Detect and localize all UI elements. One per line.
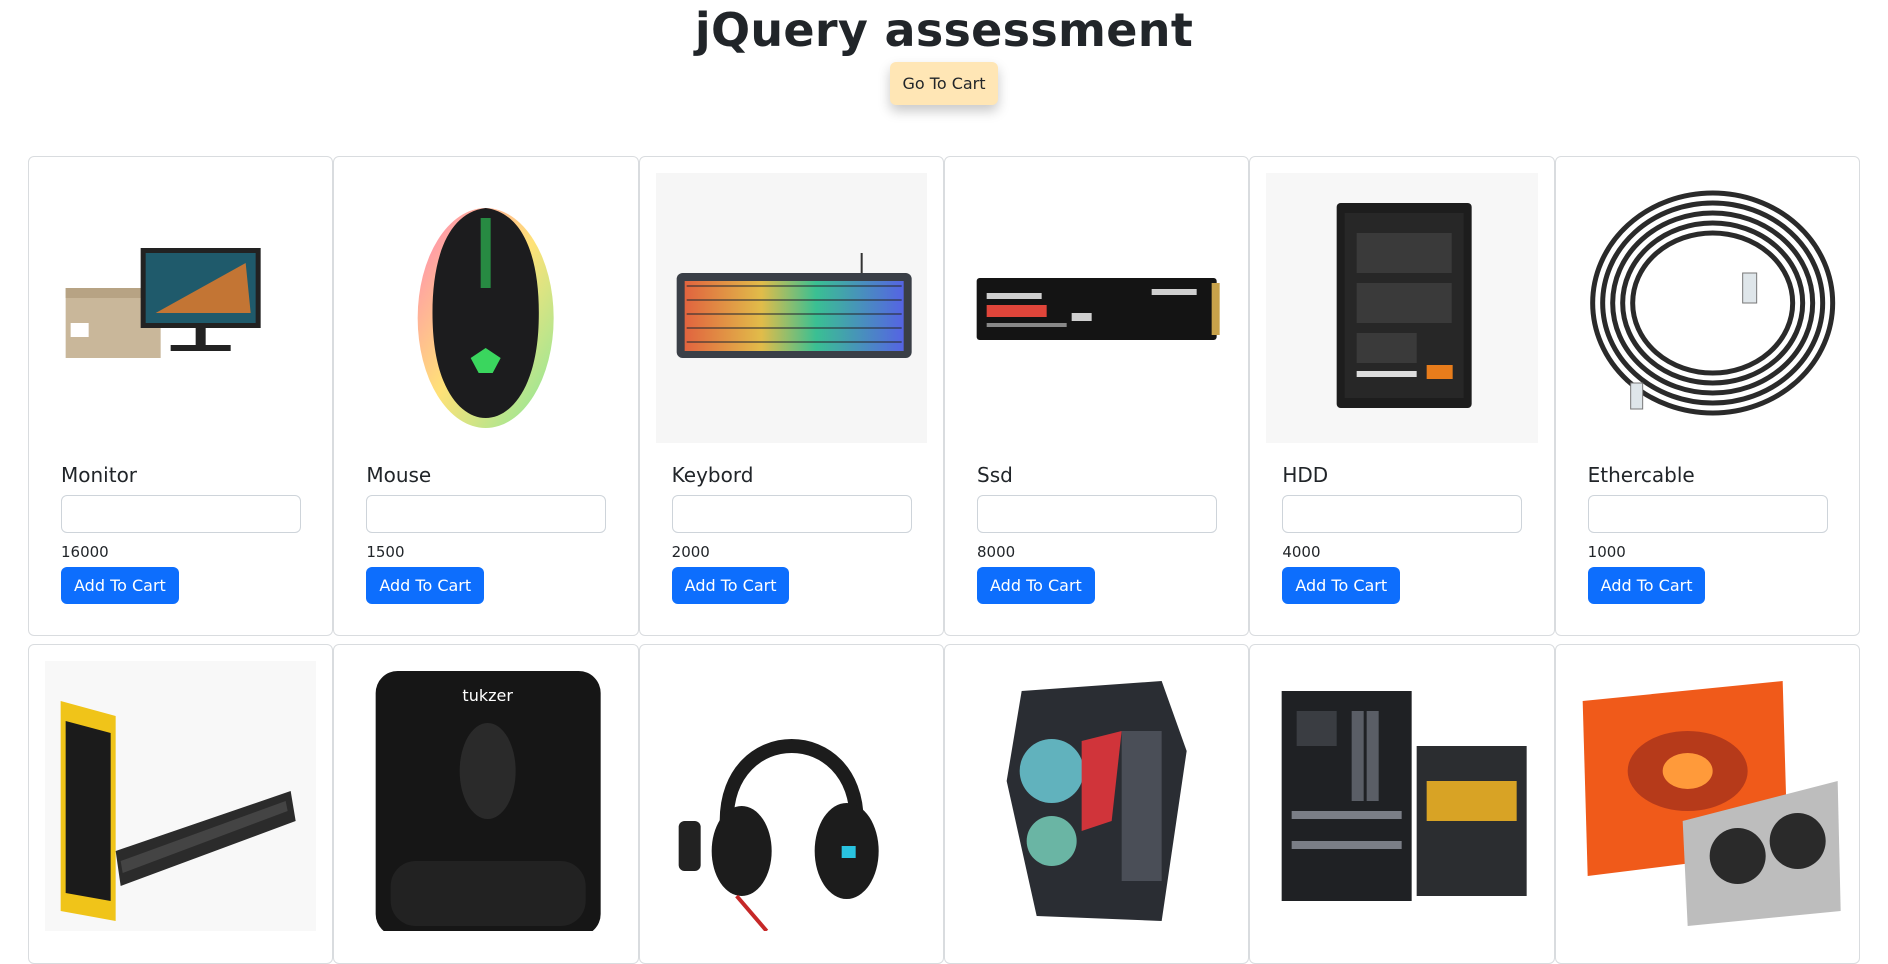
add-to-cart-button[interactable]: Add To Cart: [1587, 567, 1706, 604]
add-to-cart-button[interactable]: Add To Cart: [1282, 567, 1401, 604]
quantity-input[interactable]: [977, 495, 1217, 533]
add-to-cart-button[interactable]: Add To Cart: [671, 567, 790, 604]
product-card-keyboard: Keybord 2000 Add To Cart: [638, 156, 944, 636]
quantity-input[interactable]: [61, 495, 301, 533]
product-name: Ssd: [977, 463, 1013, 487]
go-to-cart-button[interactable]: Go To Cart: [890, 62, 998, 105]
monitor-image: [45, 173, 317, 443]
quantity-input[interactable]: [1282, 495, 1523, 533]
mouse-pad-brand-text: tukzer: [463, 686, 514, 705]
nvme-ssd-image: [961, 173, 1233, 443]
product-card-ram: [28, 644, 334, 964]
motherboard-image: [1266, 661, 1538, 931]
product-card-motherboard: [1249, 644, 1555, 964]
gaming-mouse-image: [350, 173, 622, 443]
graphics-card-image: [1571, 661, 1843, 931]
pc-case-image: [961, 661, 1233, 931]
product-price: 4000: [1282, 543, 1321, 561]
product-card-mouse: Mouse 1500 Add To Cart: [333, 156, 639, 636]
hard-drive-image: [1266, 173, 1538, 443]
ethernet-cable-image: [1571, 173, 1843, 443]
product-card-pc-case: [944, 644, 1250, 964]
product-card-ethercable: Ethercable 1000 Add To Cart: [1554, 156, 1860, 636]
product-card-ssd: Ssd 8000 Add To Cart: [944, 156, 1250, 636]
mouse-pad-image: tukzer: [350, 661, 622, 931]
product-price: 1000: [1587, 543, 1626, 561]
product-name: Mouse: [366, 463, 432, 487]
product-price: 8000: [977, 543, 1016, 561]
ram-memory-image: [45, 661, 317, 931]
product-price: 1500: [366, 543, 405, 561]
product-card-monitor: Monitor 16000 Add To Cart: [28, 156, 334, 636]
product-card-hdd: HDD 4000 Add To Cart: [1249, 156, 1555, 636]
product-card-gpu: [1554, 644, 1860, 964]
product-name: Ethercable: [1587, 463, 1695, 487]
add-to-cart-button[interactable]: Add To Cart: [366, 567, 485, 604]
product-card-mousepad: tukzer: [333, 644, 639, 964]
rgb-keyboard-image: [655, 173, 927, 443]
page-title: jQuery assessment: [694, 3, 1194, 57]
product-name: Keybord: [671, 463, 754, 487]
product-name: Monitor: [61, 463, 138, 487]
product-name: HDD: [1282, 463, 1329, 487]
product-card-headset: [638, 644, 944, 964]
page-header: jQuery assessment Go To Cart: [0, 0, 1888, 105]
add-to-cart-button[interactable]: Add To Cart: [61, 567, 179, 604]
add-to-cart-button[interactable]: Add To Cart: [977, 567, 1095, 604]
quantity-input[interactable]: [1587, 495, 1828, 533]
product-price: 2000: [671, 543, 710, 561]
product-price: 16000: [61, 543, 109, 561]
product-grid: Monitor 16000 Add To Cart Mouse 1500 Add…: [28, 156, 1860, 964]
headset-image: [655, 661, 927, 931]
quantity-input[interactable]: [671, 495, 912, 533]
quantity-input[interactable]: [366, 495, 607, 533]
